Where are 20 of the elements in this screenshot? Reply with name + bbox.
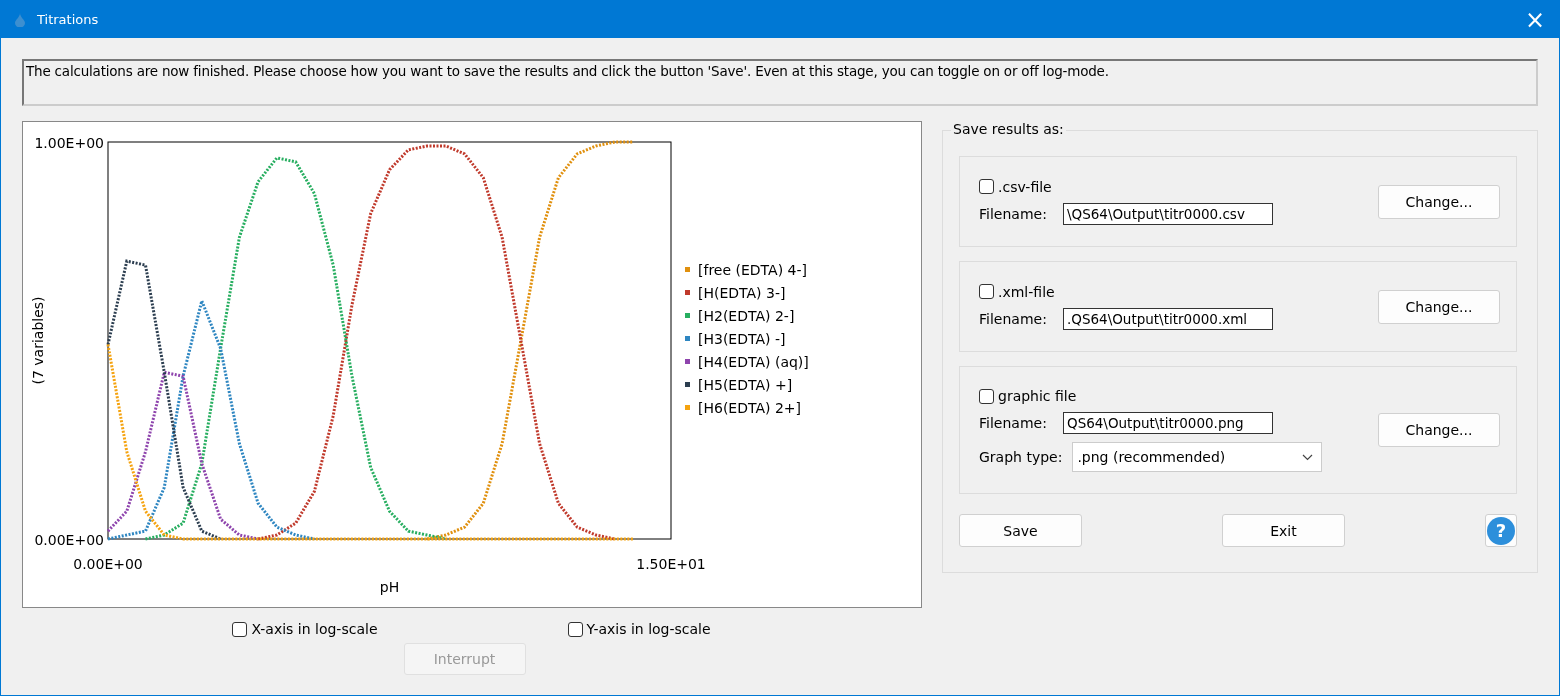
legend-label: [H(EDTA) 3-] bbox=[697, 285, 785, 301]
legend-label: [free (EDTA) 4-] bbox=[697, 262, 807, 278]
window-title: Titrations bbox=[37, 12, 100, 27]
filename-label: Filename: bbox=[979, 415, 1048, 431]
legend-label: [H5(EDTA) +] bbox=[697, 377, 792, 393]
x-tick-label: 0.00E+00 bbox=[72, 556, 143, 572]
x-axis-label: pH bbox=[379, 579, 399, 595]
filename-label: Filename: bbox=[979, 310, 1048, 327]
graph-type-label: Graph type: bbox=[979, 449, 1063, 465]
legend-label: [H6(EDTA) 2+] bbox=[697, 400, 801, 416]
legend-label: [H3(EDTA) -] bbox=[697, 331, 785, 347]
legend-label: [H4(EDTA) (aq)] bbox=[697, 354, 809, 370]
x-tick-label: 1.50E+01 bbox=[635, 556, 706, 572]
legend-label: [H2(EDTA) 2-] bbox=[697, 308, 794, 324]
y-tick-label: 0.00E+00 bbox=[33, 532, 104, 548]
message-box: The calculations are now finished. Please choose how you want to save the results and click the button 'Save'. Even at this stage, you can toggle on or off log-mode. bbox=[22, 59, 1538, 106]
group-title: Save results as: bbox=[951, 121, 1066, 137]
y-axis-label: (7 variables) bbox=[29, 296, 46, 385]
filename-label: Filename: bbox=[979, 205, 1048, 222]
y-tick-label: 1.00E+00 bbox=[33, 135, 104, 151]
